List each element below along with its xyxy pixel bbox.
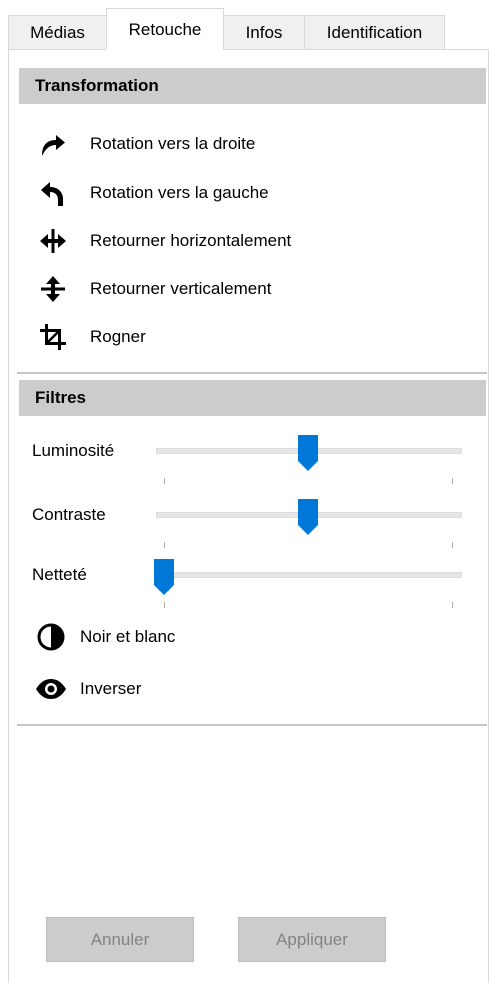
slider-label: Luminosité: [32, 441, 115, 460]
tool-label: Rotation vers la gauche: [90, 183, 269, 202]
crop-icon: [36, 321, 70, 353]
tab-label: Infos: [245, 22, 283, 42]
slider-tick: [164, 542, 165, 548]
slider-label: Contraste: [32, 505, 106, 524]
slider-tick: [452, 542, 453, 548]
slider-label: Netteté: [32, 565, 87, 584]
eye-icon: [34, 673, 68, 705]
flip-vertical-button[interactable]: Retourner verticalement: [36, 273, 271, 305]
flip-horizontal-button[interactable]: Retourner horizontalement: [36, 225, 291, 257]
rotate-left-button[interactable]: Rotation vers la gauche: [36, 177, 269, 209]
brightness-slider-row: Luminosité: [32, 435, 472, 500]
sharpness-slider-thumb[interactable]: [154, 559, 174, 595]
tool-label: Noir et blanc: [80, 627, 176, 646]
tab-label: Médias: [30, 22, 85, 42]
contrast-icon: [34, 621, 68, 653]
slider-tick: [164, 602, 165, 608]
section-title: Transformation: [35, 76, 159, 95]
cancel-button[interactable]: Annuler: [46, 917, 194, 962]
crop-button[interactable]: Rogner: [36, 321, 146, 353]
slider-tick: [452, 478, 453, 484]
tool-label: Inverser: [80, 679, 142, 698]
tool-label: Rogner: [90, 327, 146, 346]
contrast-slider-row: Contraste: [32, 499, 472, 564]
rotate-left-icon: [36, 177, 70, 209]
tab-medias[interactable]: Médias: [8, 15, 107, 49]
button-label: Annuler: [90, 929, 150, 949]
flip-vertical-icon: [36, 273, 70, 305]
contrast-slider-thumb[interactable]: [298, 499, 318, 535]
invert-button[interactable]: Inverser: [34, 673, 141, 705]
tab-label: Identification: [326, 22, 423, 42]
apply-button[interactable]: Appliquer: [238, 917, 386, 962]
tab-identification[interactable]: Identification: [304, 15, 445, 49]
section-divider: [17, 724, 487, 726]
section-header-transformation: Transformation: [19, 68, 486, 104]
tool-label: Retourner verticalement: [90, 279, 272, 298]
section-title: Filtres: [35, 388, 87, 407]
tab-retouche[interactable]: Retouche: [106, 8, 224, 50]
rotate-right-icon: [36, 128, 70, 160]
rotate-right-button[interactable]: Rotation vers la droite: [36, 128, 255, 160]
section-divider: [17, 372, 487, 374]
tool-label: Rotation vers la droite: [90, 134, 256, 153]
tool-label: Retourner horizontalement: [90, 231, 292, 250]
slider-tick: [452, 602, 453, 608]
section-header-filtres: Filtres: [19, 380, 486, 416]
button-label: Appliquer: [276, 929, 348, 949]
tab-label: Retouche: [128, 19, 202, 39]
tab-bar: Médias Retouche Infos Identification: [0, 0, 489, 52]
flip-horizontal-icon: [36, 225, 70, 257]
tab-infos[interactable]: Infos: [223, 15, 305, 49]
black-and-white-button[interactable]: Noir et blanc: [34, 621, 175, 653]
sharpness-slider-track[interactable]: [156, 572, 462, 578]
brightness-slider-thumb[interactable]: [298, 435, 318, 471]
slider-tick: [164, 478, 165, 484]
sharpness-slider-row: Netteté: [32, 559, 472, 624]
